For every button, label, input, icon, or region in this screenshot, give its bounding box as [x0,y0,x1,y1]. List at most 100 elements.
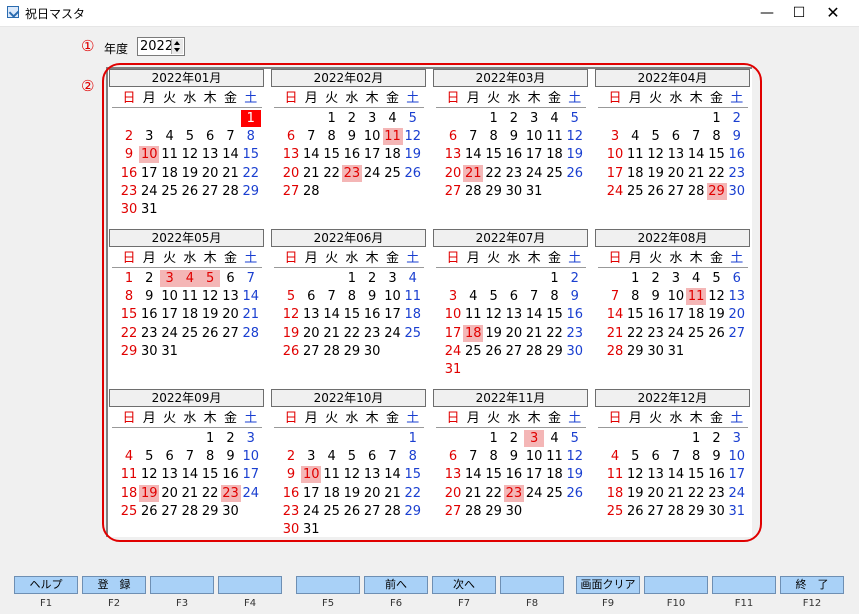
day-cell[interactable]: 7 [524,288,544,305]
day-cell[interactable]: 19 [625,485,645,502]
day-cell[interactable]: 6 [504,288,524,305]
day-cell[interactable]: 24 [362,165,382,182]
day-cell[interactable]: 8 [686,448,706,465]
day-cell[interactable]: 15 [545,306,565,323]
day-cell[interactable]: 13 [160,466,180,483]
day-cell[interactable]: 26 [139,503,159,520]
day-cell[interactable]: 4 [545,110,565,127]
day-cell[interactable]: 27 [443,503,463,520]
day-cell[interactable]: 18 [119,485,139,502]
day-cell[interactable]: 23 [565,325,585,342]
day-cell[interactable]: 5 [707,270,727,287]
day-cell[interactable]: 28 [322,343,342,360]
day-cell[interactable]: 13 [727,288,747,305]
day-cell[interactable]: 10 [524,128,544,145]
day-cell[interactable]: 8 [322,128,342,145]
day-cell[interactable]: 8 [200,448,220,465]
day-cell[interactable]: 5 [646,128,666,145]
day-cell[interactable]: 12 [707,288,727,305]
day-cell[interactable]: 26 [342,503,362,520]
day-cell[interactable]: 2 [707,430,727,447]
day-cell[interactable]: 1 [119,270,139,287]
day-cell[interactable]: 8 [484,128,504,145]
day-cell[interactable]: 19 [707,306,727,323]
day-cell[interactable]: 29 [119,343,139,360]
day-cell[interactable]: 6 [200,128,220,145]
day-cell[interactable]: 15 [484,146,504,163]
day-cell[interactable]: 23 [119,183,139,200]
day-cell[interactable]: 3 [362,110,382,127]
day-cell[interactable]: 22 [342,325,362,342]
day-cell[interactable]: 27 [443,183,463,200]
day-cell[interactable]: 11 [119,466,139,483]
day-cell[interactable]: 14 [221,146,241,163]
day-cell[interactable]: 3 [524,430,545,447]
day-cell[interactable]: 11 [180,288,200,305]
year-spinner[interactable]: 2022 [137,37,185,56]
day-cell[interactable]: 23 [281,503,301,520]
day-cell[interactable]: 14 [463,146,483,163]
day-cell[interactable]: 26 [281,343,301,360]
day-cell[interactable]: 29 [342,343,362,360]
day-cell[interactable]: 26 [565,485,585,502]
day-cell[interactable]: 19 [565,146,585,163]
day-cell[interactable]: 27 [504,343,524,360]
day-cell[interactable]: 3 [301,448,321,465]
day-cell[interactable]: 25 [545,485,565,502]
day-cell[interactable]: 27 [160,503,180,520]
day-cell[interactable]: 13 [281,146,301,163]
day-cell[interactable]: 29 [625,343,645,360]
day-cell[interactable]: 1 [240,110,261,127]
day-cell[interactable]: 29 [706,182,727,200]
fkey-button-f10[interactable] [644,576,708,594]
day-cell[interactable]: 4 [119,448,139,465]
day-cell[interactable]: 30 [504,183,524,200]
day-cell[interactable]: 30 [565,343,585,360]
day-cell[interactable]: 11 [605,466,625,483]
day-cell[interactable]: 23 [727,165,747,182]
day-cell[interactable]: 22 [545,325,565,342]
day-cell[interactable]: 30 [707,503,727,520]
day-cell[interactable]: 7 [180,448,200,465]
day-cell[interactable]: 18 [160,165,180,182]
day-cell[interactable]: 13 [666,146,686,163]
fkey-button-f8[interactable] [500,576,564,594]
day-cell[interactable]: 17 [160,306,180,323]
day-cell[interactable]: 22 [484,165,504,182]
day-cell[interactable]: 16 [119,165,139,182]
day-cell[interactable]: 25 [686,325,706,342]
day-cell[interactable]: 9 [281,466,301,483]
day-cell[interactable]: 3 [443,288,463,305]
day-cell[interactable]: 18 [322,485,342,502]
day-cell[interactable]: 5 [200,270,221,287]
day-cell[interactable]: 28 [463,183,483,200]
day-cell[interactable]: 8 [241,128,261,145]
day-cell[interactable]: 10 [301,466,322,484]
day-cell[interactable]: 21 [180,485,200,502]
day-cell[interactable]: 14 [301,146,321,163]
day-cell[interactable]: 2 [504,430,524,447]
day-cell[interactable]: 1 [403,430,423,447]
day-cell[interactable]: 21 [322,325,342,342]
day-cell[interactable]: 19 [403,146,423,163]
day-cell[interactable]: 19 [484,325,504,342]
day-cell[interactable]: 17 [727,466,747,483]
day-cell[interactable]: 8 [484,448,504,465]
day-cell[interactable]: 4 [625,128,645,145]
fkey-button-f4[interactable] [218,576,282,594]
day-cell[interactable]: 15 [119,306,139,323]
day-cell[interactable]: 11 [625,146,645,163]
day-cell[interactable]: 10 [727,448,747,465]
day-cell[interactable]: 25 [545,165,565,182]
fkey-button-f12[interactable]: 終 了 [780,576,844,594]
day-cell[interactable]: 20 [221,306,241,323]
day-cell[interactable]: 9 [646,288,666,305]
day-cell[interactable]: 12 [403,128,423,145]
day-cell[interactable]: 16 [221,466,241,483]
day-cell[interactable]: 6 [666,128,686,145]
day-cell[interactable]: 15 [403,466,423,483]
day-cell[interactable]: 13 [646,466,666,483]
day-cell[interactable]: 25 [322,503,342,520]
day-cell[interactable]: 23 [139,325,159,342]
day-cell[interactable]: 8 [342,288,362,305]
